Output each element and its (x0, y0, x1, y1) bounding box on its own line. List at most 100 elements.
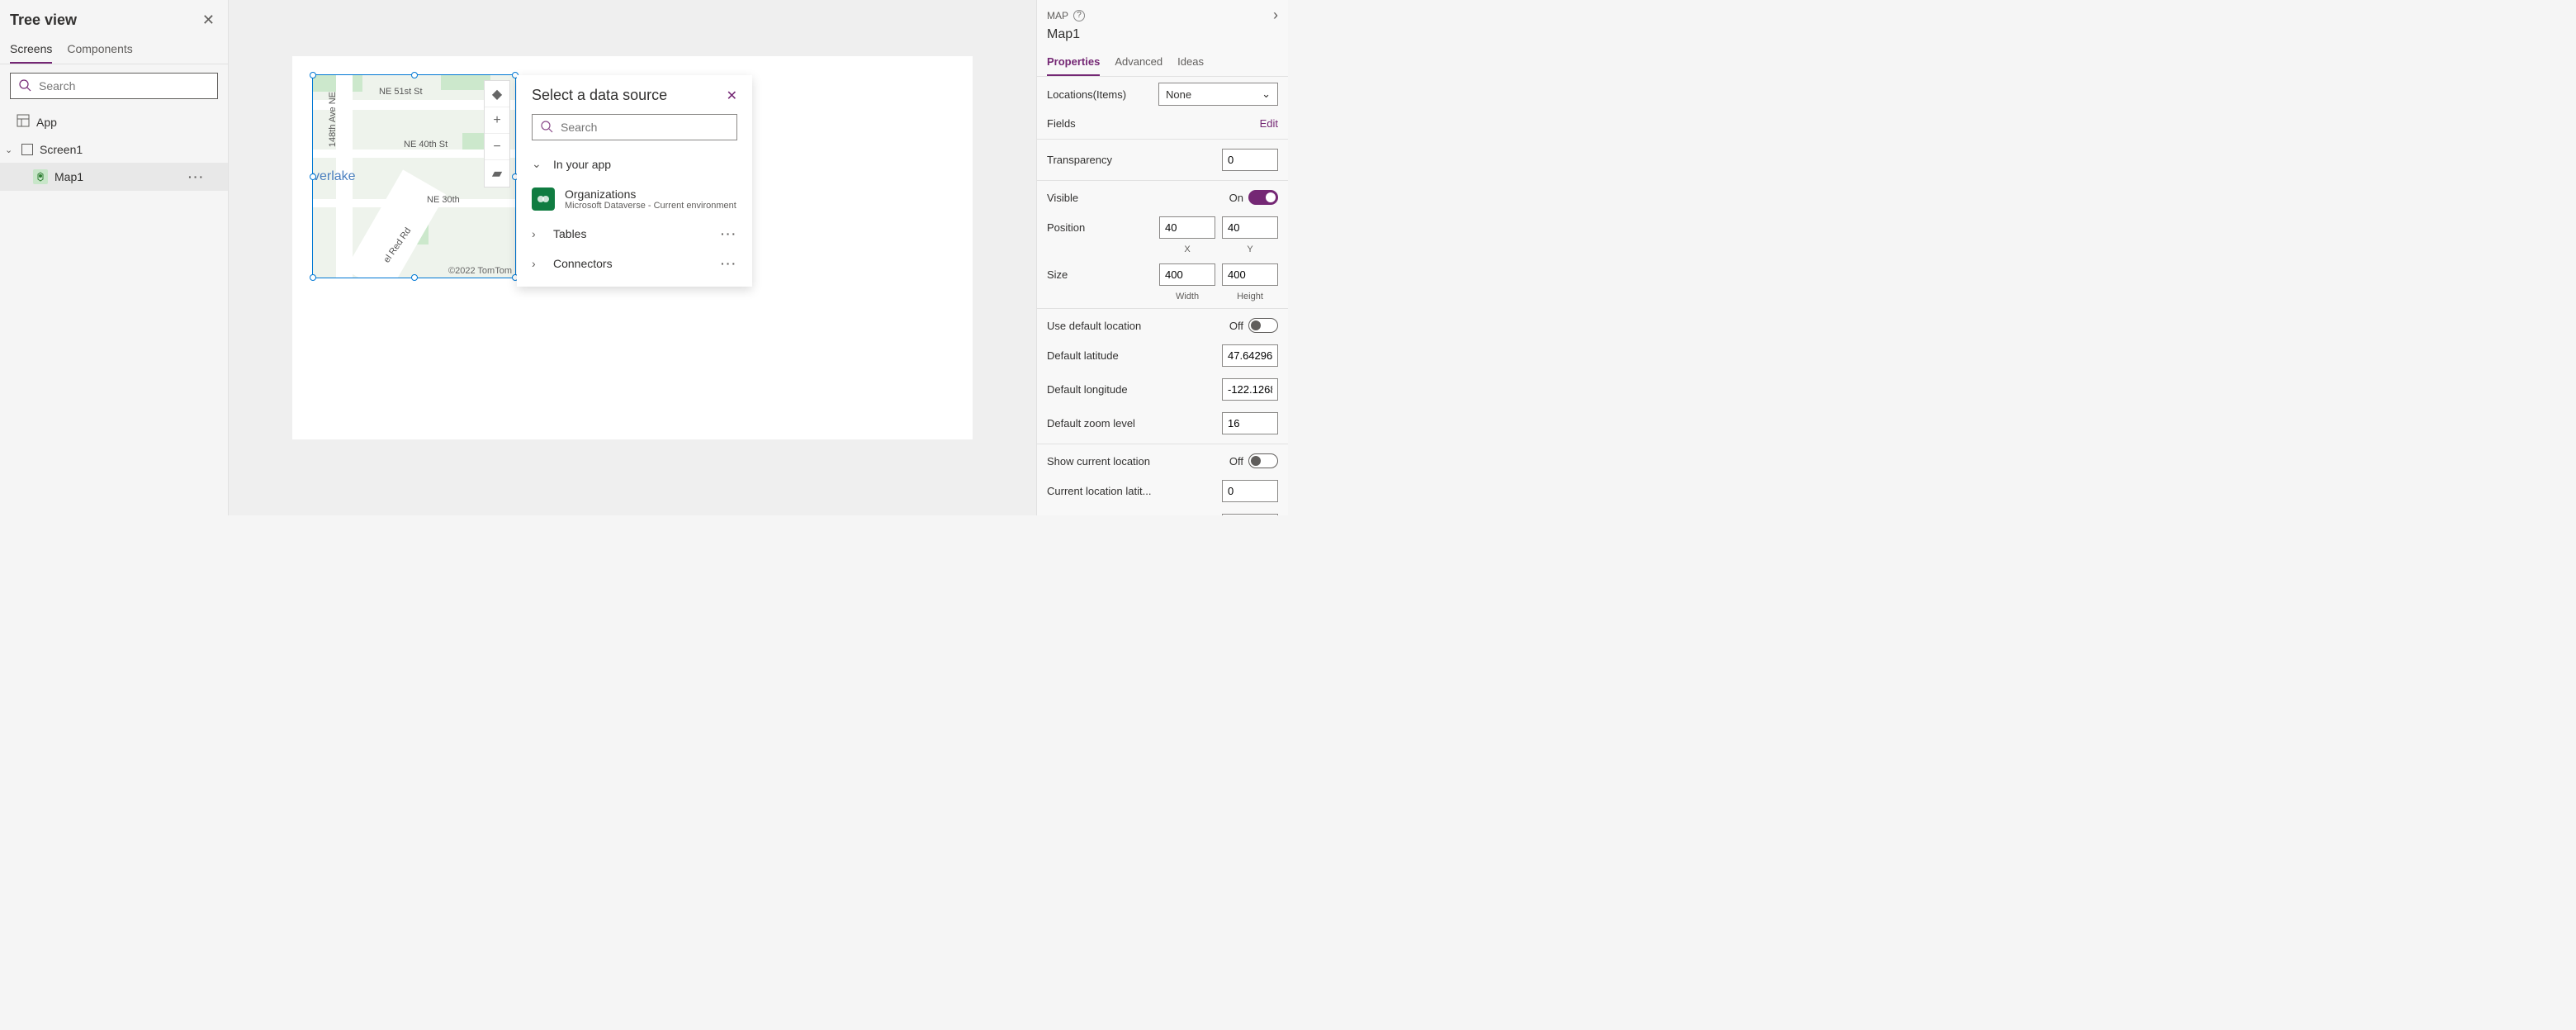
resize-handle[interactable] (411, 274, 418, 281)
transparency-input[interactable] (1222, 149, 1278, 171)
default-longitude-input[interactable] (1222, 378, 1278, 401)
app-icon (17, 114, 30, 130)
section-label: Connectors (553, 257, 613, 270)
locations-value: None (1166, 88, 1191, 101)
size-height-input[interactable] (1222, 263, 1278, 286)
prop-default-zoom-label: Default zoom level (1047, 417, 1135, 430)
tree-item-screen1[interactable]: ⌄ Screen1 (0, 136, 228, 163)
chevron-down-icon: ⌄ (1262, 88, 1271, 101)
resize-handle[interactable] (310, 72, 316, 78)
use-default-location-value-label: Off (1229, 320, 1243, 332)
road-label: NE 30th (427, 195, 460, 205)
close-icon[interactable]: ✕ (202, 12, 215, 29)
search-icon (18, 78, 31, 94)
position-y-input[interactable] (1222, 216, 1278, 239)
road-label: NE 40th St (404, 140, 447, 150)
section-label: In your app (553, 158, 611, 171)
data-source-flyout: Select a data source ✕ ⌄ In your app (517, 75, 752, 287)
prop-visible-label: Visible (1047, 192, 1078, 204)
resize-handle[interactable] (310, 173, 316, 180)
road-label: NE 51st St (379, 87, 423, 97)
flyout-section-tables[interactable]: › Tables ··· (517, 219, 752, 249)
map-toolbar: ◆ + − ▰ (484, 80, 510, 187)
visible-toggle[interactable] (1248, 190, 1278, 205)
screen-icon (21, 144, 33, 155)
prop-current-latitude-label: Current location latit... (1047, 485, 1151, 497)
current-longitude-input[interactable] (1222, 514, 1278, 515)
prop-show-current-location-label: Show current location (1047, 455, 1150, 468)
expand-icon[interactable]: › (1273, 7, 1278, 24)
dataverse-icon (532, 187, 555, 211)
road-label: 148th Ave NE (328, 92, 338, 147)
tab-components[interactable]: Components (67, 36, 132, 64)
prop-use-default-location-label: Use default location (1047, 320, 1141, 332)
chevron-right-icon: › (532, 257, 543, 270)
map-zoom-out-button[interactable]: − (485, 134, 509, 160)
close-icon[interactable]: ✕ (727, 88, 737, 104)
y-sublabel: Y (1222, 244, 1278, 254)
more-icon[interactable]: ··· (721, 227, 737, 240)
more-icon[interactable]: ··· (721, 257, 737, 270)
map-icon (33, 169, 48, 184)
canvas[interactable]: 148th Ave NE NE 51st St NE 40th St NE 30… (229, 0, 1036, 515)
prop-size-label: Size (1047, 268, 1068, 281)
tab-advanced[interactable]: Advanced (1115, 49, 1163, 76)
place-label: verlake (313, 169, 356, 184)
tab-ideas[interactable]: Ideas (1177, 49, 1204, 76)
control-type-label: MAP (1047, 10, 1068, 21)
tab-screens[interactable]: Screens (10, 36, 52, 64)
prop-default-longitude-label: Default longitude (1047, 383, 1128, 396)
control-name: Map1 (1047, 24, 1278, 49)
size-width-input[interactable] (1159, 263, 1215, 286)
locations-dropdown[interactable]: None ⌄ (1158, 83, 1278, 106)
chevron-down-icon[interactable]: ⌄ (5, 145, 15, 155)
tree-view-title: Tree view (10, 12, 77, 29)
tree-item-app[interactable]: App (0, 107, 228, 136)
data-source-organizations[interactable]: Organizations Microsoft Dataverse - Curr… (517, 179, 752, 219)
x-sublabel: X (1159, 244, 1215, 254)
tree-item-map1[interactable]: Map1 ··· (0, 163, 228, 191)
data-source-name: Organizations (565, 187, 736, 201)
tab-properties[interactable]: Properties (1047, 49, 1100, 76)
help-icon[interactable]: ? (1073, 10, 1085, 21)
visible-value-label: On (1229, 192, 1243, 204)
tree-search-input[interactable] (10, 73, 218, 99)
flyout-section-connectors[interactable]: › Connectors ··· (517, 249, 752, 278)
default-zoom-input[interactable] (1222, 412, 1278, 434)
chevron-down-icon: ⌄ (532, 157, 543, 171)
map-pitch-button[interactable]: ▰ (485, 160, 509, 187)
flyout-section-in-your-app[interactable]: ⌄ In your app (517, 149, 752, 179)
tree-item-label: Map1 (54, 170, 83, 183)
prop-locations-label: Locations(Items) (1047, 88, 1126, 101)
resize-handle[interactable] (310, 274, 316, 281)
map-attribution: ©2022 TomTom (448, 266, 512, 276)
properties-panel: MAP ? › Map1 Properties Advanced Ideas L… (1036, 0, 1288, 515)
tree-view-panel: Tree view ✕ Screens Components App ⌄ Sc (0, 0, 229, 515)
show-current-location-value-label: Off (1229, 455, 1243, 468)
edit-fields-link[interactable]: Edit (1260, 117, 1278, 130)
flyout-search-input[interactable] (532, 114, 737, 140)
tree-item-label: App (36, 116, 57, 129)
more-icon[interactable]: ··· (188, 170, 218, 183)
position-x-input[interactable] (1159, 216, 1215, 239)
map-control[interactable]: 148th Ave NE NE 51st St NE 40th St NE 30… (312, 74, 516, 278)
width-sublabel: Width (1159, 292, 1215, 301)
flyout-title: Select a data source (532, 87, 667, 104)
use-default-location-toggle[interactable] (1248, 318, 1278, 333)
search-icon (540, 120, 553, 135)
prop-position-label: Position (1047, 221, 1085, 234)
map-zoom-in-button[interactable]: + (485, 107, 509, 134)
tree-item-label: Screen1 (40, 143, 83, 156)
show-current-location-toggle[interactable] (1248, 453, 1278, 468)
prop-fields-label: Fields (1047, 117, 1076, 130)
current-latitude-input[interactable] (1222, 480, 1278, 502)
section-label: Tables (553, 227, 586, 240)
height-sublabel: Height (1222, 292, 1278, 301)
default-latitude-input[interactable] (1222, 344, 1278, 367)
map-locate-button[interactable]: ◆ (485, 81, 509, 107)
data-source-subtitle: Microsoft Dataverse - Current environmen… (565, 201, 736, 211)
chevron-right-icon: › (532, 227, 543, 240)
resize-handle[interactable] (411, 72, 418, 78)
canvas-screen: 148th Ave NE NE 51st St NE 40th St NE 30… (292, 56, 973, 439)
prop-transparency-label: Transparency (1047, 154, 1112, 166)
